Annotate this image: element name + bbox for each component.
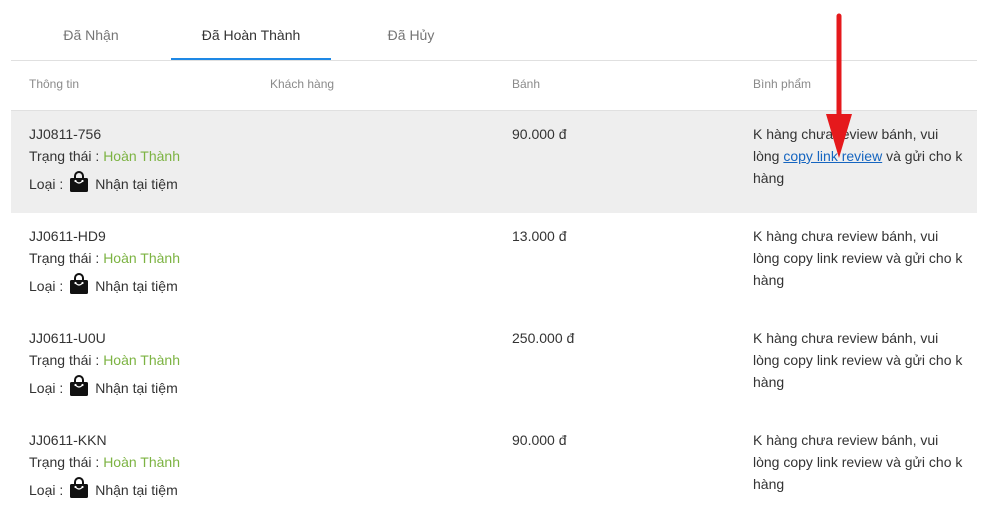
tab-completed[interactable]: Đã Hoàn Thành <box>171 10 331 60</box>
order-type: Loại : Nhận tại tiệm <box>29 475 249 501</box>
order-status: Trạng thái : Hoàn Thành <box>29 148 180 164</box>
order-price: 90.000 đ <box>512 126 567 142</box>
copy-review-link[interactable]: copy link review <box>783 148 882 164</box>
order-type: Loại : Nhận tại tiệm <box>29 169 249 195</box>
review-note: K hàng chưa review bánh, vui lòng copy l… <box>753 432 963 492</box>
copy-review-text: copy link review <box>783 352 883 368</box>
order-status: Trạng thái : Hoàn Thành <box>29 250 180 266</box>
column-header-customer: Khách hàng <box>270 77 335 91</box>
order-info: JJ0611-U0U Trạng thái : Hoàn Thành Loại … <box>29 327 249 399</box>
column-header-info: Thông tin <box>29 77 80 91</box>
table-header: Thông tin Khách hàng Bánh Bình phẩm <box>11 61 977 111</box>
order-type: Loại : Nhận tại tiệm <box>29 271 249 297</box>
order-price: 13.000 đ <box>512 228 567 244</box>
copy-review-text: copy link review <box>783 454 883 470</box>
order-price: 250.000 đ <box>512 330 575 346</box>
shopping-bag-icon <box>70 375 89 396</box>
order-info: JJ0811-756 Trạng thái : Hoàn Thành Loại … <box>29 123 249 195</box>
tab-cancelled[interactable]: Đã Hủy <box>331 10 491 60</box>
review-note: K hàng chưa review bánh, vui lòng copy l… <box>753 228 963 288</box>
order-info: JJ0611-HD9 Trạng thái : Hoàn Thành Loại … <box>29 225 249 297</box>
order-price: 90.000 đ <box>512 432 567 448</box>
review-note: K hàng chưa review bánh, vui lòng copy l… <box>753 330 963 390</box>
table-row[interactable]: JJ0611-U0U Trạng thái : Hoàn Thành Loại … <box>11 315 977 417</box>
order-info: JJ0611-KKN Trạng thái : Hoàn Thành Loại … <box>29 429 249 501</box>
shopping-bag-icon <box>70 477 89 498</box>
shopping-bag-icon <box>70 273 89 294</box>
order-code: JJ0611-U0U <box>29 330 106 346</box>
tab-received[interactable]: Đã Nhận <box>11 10 171 60</box>
order-status: Trạng thái : Hoàn Thành <box>29 454 180 470</box>
review-note: K hàng chưa review bánh, vui lòng copy l… <box>753 126 963 186</box>
copy-review-text: copy link review <box>783 250 883 266</box>
orders-table: Thông tin Khách hàng Bánh Bình phẩm JJ08… <box>11 60 977 519</box>
column-header-cake: Bánh <box>512 77 541 91</box>
order-code: JJ0611-HD9 <box>29 228 106 244</box>
order-code: JJ0611-KKN <box>29 432 107 448</box>
shopping-bag-icon <box>70 171 89 192</box>
order-type: Loại : Nhận tại tiệm <box>29 373 249 399</box>
column-header-review: Bình phẩm <box>753 77 812 91</box>
table-row[interactable]: JJ0611-HD9 Trạng thái : Hoàn Thành Loại … <box>11 213 977 315</box>
table-row[interactable]: JJ0611-KKN Trạng thái : Hoàn Thành Loại … <box>11 417 977 519</box>
tab-bar: Đã Nhận Đã Hoàn Thành Đã Hủy <box>11 10 977 60</box>
order-code: JJ0811-756 <box>29 126 102 142</box>
table-row[interactable]: JJ0811-756 Trạng thái : Hoàn Thành Loại … <box>11 111 977 213</box>
order-status: Trạng thái : Hoàn Thành <box>29 352 180 368</box>
